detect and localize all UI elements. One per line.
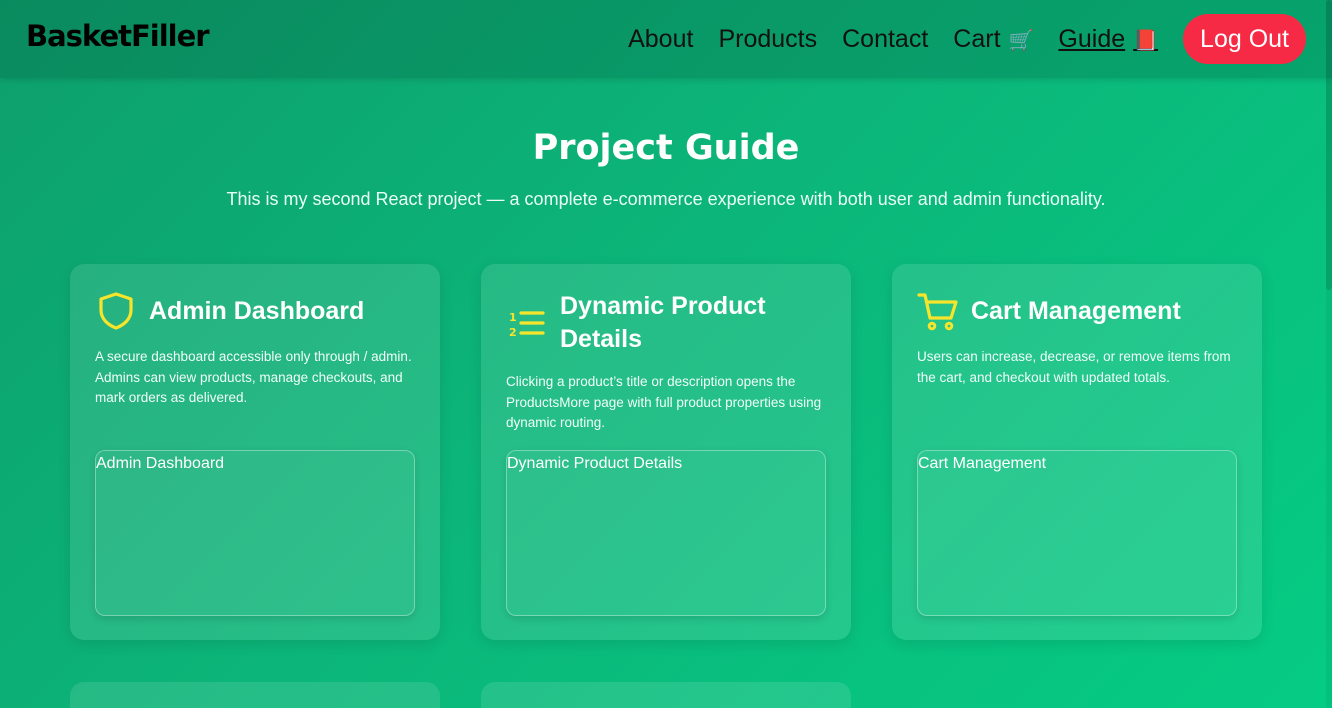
nav-links: About Products Contact Cart 🛒 Guide 📕 Log … bbox=[628, 14, 1306, 64]
nav-guide[interactable]: Guide 📕 bbox=[1058, 25, 1158, 54]
nav-cart[interactable]: Cart 🛒 bbox=[953, 25, 1033, 54]
page-subtitle: This is my second React project — a comp… bbox=[226, 189, 1106, 209]
card-image: Admin Dashboard bbox=[95, 450, 415, 616]
card-image-alt: Admin Dashboard bbox=[96, 455, 225, 472]
card-image: Dynamic Product Details bbox=[506, 450, 826, 616]
card-header: Admin Dashboard bbox=[95, 290, 420, 332]
card-title: Cart Management bbox=[971, 296, 1181, 325]
card-image: Cart Management bbox=[917, 450, 1237, 616]
nav-about[interactable]: About bbox=[628, 25, 693, 54]
book-emoji-icon: 📕 bbox=[1133, 29, 1159, 52]
feature-card-partial bbox=[70, 682, 440, 708]
brand-logo[interactable]: BasketFiller bbox=[26, 19, 210, 53]
feature-card-admin-dashboard: Admin Dashboard A secure dashboard acces… bbox=[70, 264, 440, 640]
nav-contact[interactable]: Contact bbox=[842, 25, 928, 54]
numbered-list-icon: 1 2 bbox=[509, 311, 545, 339]
card-description: A secure dashboard accessible only throu… bbox=[95, 349, 412, 405]
cart-emoji-icon: 🛒 bbox=[1008, 29, 1034, 52]
feature-card-cart-management: Cart Management Users can increase, decr… bbox=[892, 264, 1262, 640]
card-description: Users can increase, decrease, or remove … bbox=[917, 349, 1231, 385]
svg-text:1: 1 bbox=[509, 311, 517, 324]
logout-button[interactable]: Log Out bbox=[1183, 14, 1306, 64]
feature-card-partial bbox=[481, 682, 851, 708]
scrollbar-thumb[interactable] bbox=[1326, 0, 1332, 290]
page-title: Project Guide bbox=[532, 128, 800, 168]
card-description: Clicking a product’s title or descriptio… bbox=[506, 374, 822, 430]
shield-icon bbox=[99, 292, 133, 330]
nav-guide-label: Guide bbox=[1058, 24, 1126, 53]
page-scrollbar[interactable] bbox=[1326, 0, 1332, 708]
card-image-alt: Cart Management bbox=[918, 455, 1047, 472]
card-title: Dynamic Product Details bbox=[560, 292, 766, 353]
card-header: Cart Management bbox=[917, 290, 1242, 332]
card-image-alt: Dynamic Product Details bbox=[507, 455, 683, 472]
nav-cart-label: Cart bbox=[953, 24, 1001, 53]
feature-card-dynamic-product-details: 1 2 Dynamic Product Details Clicking a p… bbox=[481, 264, 851, 640]
cart-icon bbox=[917, 293, 958, 331]
svg-text:2: 2 bbox=[509, 326, 517, 339]
card-title: Admin Dashboard bbox=[149, 296, 365, 325]
navbar: BasketFiller About Products Contact Cart… bbox=[0, 0, 1332, 78]
card-header: 1 2 Dynamic Product Details bbox=[506, 290, 831, 356]
nav-products[interactable]: Products bbox=[718, 25, 817, 54]
